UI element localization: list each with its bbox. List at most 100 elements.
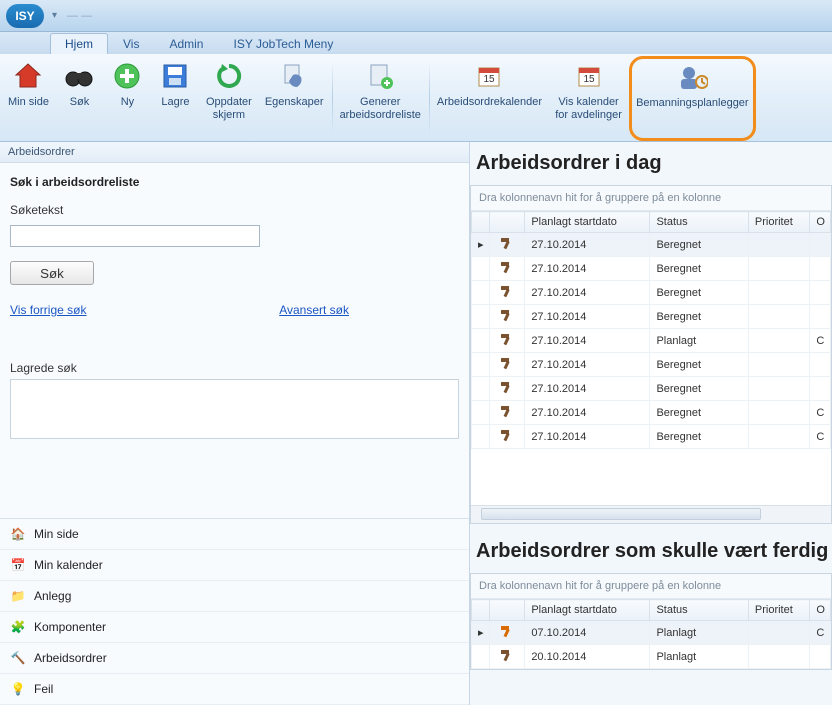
table-row[interactable]: 27.10.2014Beregnet [472, 353, 831, 377]
table-row[interactable]: 27.10.2014Beregnet [472, 377, 831, 401]
group-by-bar[interactable]: Dra kolonnenavn hit for å gruppere på en… [471, 186, 831, 211]
ribbon-min-side[interactable]: Min side [2, 56, 56, 141]
row-selector[interactable] [472, 329, 490, 353]
row-selector[interactable] [472, 353, 490, 377]
row-selector[interactable] [472, 305, 490, 329]
col-o[interactable]: O [810, 212, 831, 233]
col-prio[interactable]: Prioritet [748, 212, 810, 233]
nav-komponenter[interactable]: 🧩 Komponenter [0, 612, 469, 643]
puzzle-icon: 🧩 [10, 619, 26, 635]
app-logo[interactable]: ISY [6, 4, 44, 28]
grid-overdue: Dra kolonnenavn hit for å gruppere på en… [470, 573, 832, 670]
search-input[interactable] [10, 225, 260, 247]
horizontal-scrollbar[interactable] [471, 505, 831, 523]
table-row[interactable]: 27.10.2014PlanlagtC [472, 329, 831, 353]
avansert-sok-link[interactable]: Avansert søk [279, 303, 349, 317]
ribbon-generer-label: Generer arbeidsordreliste [340, 96, 421, 122]
ribbon-ny-label: Ny [121, 96, 134, 109]
row-selector[interactable] [472, 645, 490, 669]
col-o[interactable]: O [810, 600, 831, 621]
search-button[interactable]: Søk [10, 261, 94, 285]
col-handle[interactable] [472, 212, 490, 233]
table-row[interactable]: 20.10.2014Planlagt [472, 645, 831, 669]
nav-anlegg-label: Anlegg [34, 589, 71, 603]
ribbon-vis-kalender[interactable]: 15 Vis kalender for avdelinger [549, 56, 629, 141]
col-status[interactable]: Status [650, 212, 748, 233]
hammer-icon [490, 233, 525, 257]
nav-anlegg[interactable]: 📁 Anlegg [0, 581, 469, 612]
tab-hjem[interactable]: Hjem [50, 33, 108, 54]
table-row[interactable]: ▸07.10.2014PlanlagtC [472, 621, 831, 645]
ribbon-sok[interactable]: Søk [56, 56, 104, 141]
col-prio[interactable]: Prioritet [748, 600, 810, 621]
col-icon[interactable] [490, 212, 525, 233]
quick-access-dropdown-icon[interactable]: ▾ [52, 10, 57, 21]
row-selector[interactable] [472, 401, 490, 425]
ribbon-arbeidsordrekalender[interactable]: 15 Arbeidsordrekalender [431, 56, 549, 141]
cell-date: 27.10.2014 [525, 233, 650, 257]
scrollbar-thumb[interactable] [481, 508, 761, 520]
hammer-icon [490, 401, 525, 425]
row-selector[interactable] [472, 377, 490, 401]
table-row[interactable]: ▸ 27.10.2014Beregnet [472, 233, 831, 257]
col-handle[interactable] [472, 600, 490, 621]
ribbon-bemanningsplanlegger[interactable]: Bemanningsplanlegger [629, 56, 756, 141]
ribbon-egenskaper[interactable]: Egenskaper [259, 56, 331, 141]
table-row[interactable]: 27.10.2014BeregnetC [472, 425, 831, 449]
nav-min-side[interactable]: 🏠 Min side [0, 519, 469, 550]
tab-vis[interactable]: Vis [108, 33, 154, 54]
nav-arbeidsordrer[interactable]: 🔨 Arbeidsordrer [0, 643, 469, 674]
nav-arbeidsordrer-label: Arbeidsordrer [34, 651, 107, 665]
cell-status: Beregnet [650, 233, 748, 257]
tab-isy-jobtech-meny[interactable]: ISY JobTech Meny [218, 33, 348, 54]
nav-min-kalender[interactable]: 📅 Min kalender [0, 550, 469, 581]
hammer-icon [490, 377, 525, 401]
cell-prio [748, 305, 810, 329]
cell-o [810, 353, 831, 377]
ribbon-bemanning-label: Bemanningsplanlegger [636, 97, 749, 110]
cell-status: Beregnet [650, 377, 748, 401]
ribbon-generer[interactable]: Generer arbeidsordreliste [334, 56, 428, 141]
table-row[interactable]: 27.10.2014Beregnet [472, 305, 831, 329]
cell-date: 20.10.2014 [525, 645, 650, 669]
hammer-icon [490, 425, 525, 449]
row-selector[interactable]: ▸ [472, 233, 490, 257]
calendar-small-icon: 📅 [10, 557, 26, 573]
tab-admin[interactable]: Admin [154, 33, 218, 54]
table-row[interactable]: 27.10.2014Beregnet [472, 257, 831, 281]
grid-today: Dra kolonnenavn hit for å gruppere på en… [470, 185, 832, 524]
search-title: Søk i arbeidsordreliste [10, 175, 459, 189]
main: Arbeidsordrer Søk i arbeidsordreliste Sø… [0, 142, 832, 705]
table-row[interactable]: 27.10.2014BeregnetC [472, 401, 831, 425]
table-row[interactable]: 27.10.2014Beregnet [472, 281, 831, 305]
cell-prio [748, 645, 810, 669]
row-selector[interactable] [472, 281, 490, 305]
col-date[interactable]: Planlagt startdato [525, 600, 650, 621]
cell-date: 07.10.2014 [525, 621, 650, 645]
row-selector[interactable] [472, 425, 490, 449]
row-selector[interactable]: ▸ [472, 621, 490, 645]
nav-feil[interactable]: 💡 Feil [0, 674, 469, 705]
cell-date: 27.10.2014 [525, 257, 650, 281]
cell-o [810, 257, 831, 281]
cell-status: Planlagt [650, 621, 748, 645]
ribbon-oppdater[interactable]: Oppdater skjerm [200, 56, 259, 141]
hammer-icon [490, 257, 525, 281]
col-status[interactable]: Status [650, 600, 748, 621]
cell-o [810, 281, 831, 305]
col-date[interactable]: Planlagt startdato [525, 212, 650, 233]
ribbon-ny[interactable]: Ny [104, 56, 152, 141]
ribbon-toolbar: Min side Søk Ny Lagre Oppdater skjerm Eg… [0, 54, 832, 142]
ribbon-lagre[interactable]: Lagre [152, 56, 200, 141]
vis-forrige-link[interactable]: Vis forrige søk [10, 303, 86, 317]
group-by-bar[interactable]: Dra kolonnenavn hit for å gruppere på en… [471, 574, 831, 599]
cell-prio [748, 233, 810, 257]
generate-list-icon [364, 60, 396, 92]
left-pane-header: Arbeidsordrer [0, 142, 469, 163]
house-icon [12, 60, 44, 92]
row-selector[interactable] [472, 257, 490, 281]
saved-searches-box[interactable] [10, 379, 459, 439]
col-icon[interactable] [490, 600, 525, 621]
hammer-icon [490, 353, 525, 377]
cell-o [810, 377, 831, 401]
